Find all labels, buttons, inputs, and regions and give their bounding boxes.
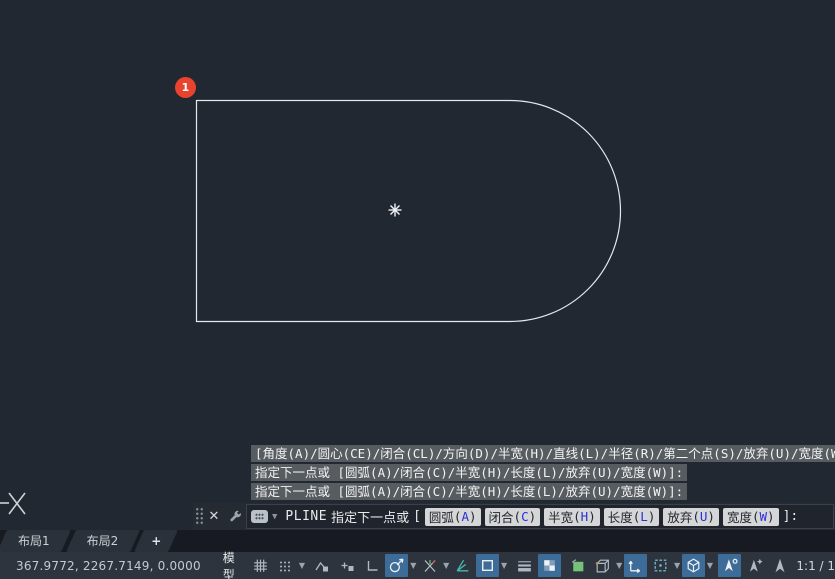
active-command: PLINE <box>285 509 328 524</box>
osnap-3d-icon[interactable] <box>591 554 614 577</box>
status-bar: 367.9772, 2267.7149, 0.0000 模型 ▼ ▼ ▼ ▼ ▼… <box>0 551 835 579</box>
cmd-option-close[interactable]: 闭合C <box>484 507 541 526</box>
object-snap-icon[interactable] <box>476 554 500 577</box>
infer-constraints-icon[interactable] <box>310 554 333 577</box>
dynamic-ucs-icon[interactable] <box>624 554 648 577</box>
new-layout-button[interactable]: + <box>134 530 179 552</box>
ortho-mode-icon[interactable] <box>360 554 383 577</box>
cmd-option-halfwidth[interactable]: 半宽H <box>544 507 600 526</box>
cmd-option-undo[interactable]: 放弃U <box>663 507 719 526</box>
grid-icon[interactable] <box>249 554 272 577</box>
isodraft-icon[interactable] <box>451 554 474 577</box>
ucs-icon <box>0 492 26 515</box>
annotation-autoscale-icon[interactable] <box>743 554 766 577</box>
tab-layout2[interactable]: 布局2 <box>65 530 140 552</box>
annotation-visibility-icon[interactable] <box>718 554 742 577</box>
pline-path <box>195 99 622 323</box>
transparency-icon[interactable] <box>537 554 561 577</box>
gizmo-dropdown-icon[interactable]: ▼ <box>706 554 714 577</box>
cmd-option-arc[interactable]: 圆弧A <box>424 507 481 526</box>
polar-dropdown-icon[interactable]: ▼ <box>409 554 417 577</box>
tab-layout1[interactable]: 布局1 <box>0 530 71 552</box>
annotation-scale-value[interactable]: 1:1 / 1 <box>796 559 835 573</box>
annotation-scale-icon[interactable] <box>768 554 791 577</box>
palette-grip-handle[interactable] <box>195 507 204 526</box>
blip-marker-icon <box>388 203 402 217</box>
command-prompt: 指定下一点或 <box>331 511 410 526</box>
chevron-down-icon[interactable]: ▼ <box>272 512 277 522</box>
selection-filter-dropdown-icon[interactable]: ▼ <box>673 554 681 577</box>
command-history-line: [角度(A)/圆心(CE)/闭合(CL)/方向(D)/半宽(H)/直线(L)/半… <box>251 445 835 462</box>
bracket-open: [ <box>413 509 421 524</box>
osnap-tracking-icon[interactable] <box>418 554 441 577</box>
selection-filter-icon[interactable] <box>649 554 672 577</box>
wrench-icon[interactable] <box>224 509 246 524</box>
command-palette: ✕ ▼ PLINE 指定下一点或 [ 圆弧A 闭合C 半宽H 长度L 放弃U 宽… <box>193 503 835 530</box>
cmd-option-width[interactable]: 宽度W <box>722 507 779 526</box>
command-input[interactable]: ▼ PLINE 指定下一点或 [ 圆弧A 闭合C 半宽H 长度L 放弃U 宽度W… <box>246 504 834 529</box>
gizmo-icon[interactable] <box>681 554 705 577</box>
polar-tracking-icon[interactable] <box>385 554 409 577</box>
osnap-tracking-dropdown-icon[interactable]: ▼ <box>442 554 450 577</box>
coordinates-readout[interactable]: 367.9772, 2267.7149, 0.0000 <box>0 559 215 573</box>
layout-tab-bar: 布局1 布局2 + <box>0 530 835 552</box>
snap-mode-icon[interactable] <box>274 554 297 577</box>
snap-dropdown-icon[interactable]: ▼ <box>298 554 306 577</box>
recent-commands-icon[interactable] <box>251 510 268 523</box>
cmd-option-length[interactable]: 长度L <box>603 507 660 526</box>
step-marker-badge: 1 <box>175 77 196 98</box>
command-history-line: 指定下一点或 [圆弧(A)/闭合(C)/半宽(H)/长度(L)/放弃(U)/宽度… <box>251 464 688 481</box>
close-icon[interactable]: ✕ <box>204 509 224 524</box>
bracket-close: ]: <box>782 509 799 524</box>
command-history-line: 指定下一点或 [圆弧(A)/闭合(C)/半宽(H)/长度(L)/放弃(U)/宽度… <box>251 483 688 500</box>
dynamic-input-icon[interactable] <box>335 554 358 577</box>
object-snap-dropdown-icon[interactable]: ▼ <box>500 554 508 577</box>
osnap-3d-dropdown-icon[interactable]: ▼ <box>615 554 623 577</box>
lineweight-icon[interactable] <box>513 554 536 577</box>
selection-cycling-icon[interactable] <box>566 554 589 577</box>
model-space-button[interactable]: 模型 <box>216 551 247 579</box>
